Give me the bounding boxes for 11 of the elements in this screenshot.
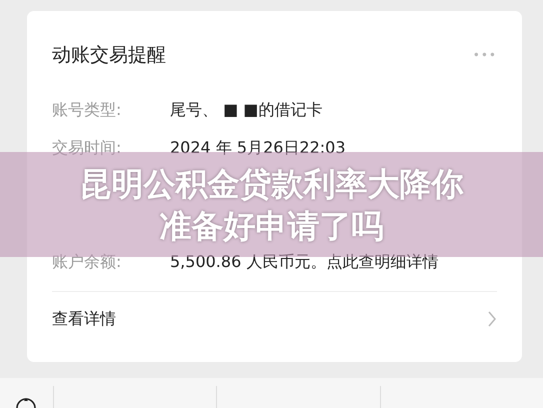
field-label: 账户余额: — [52, 252, 122, 272]
field-value: 2024 年 5月26日22:03 — [170, 138, 346, 158]
field-label: 账号类型: — [52, 100, 122, 120]
headline: 昆明公积金贷款利率大降你准备好申请了吗 — [78, 164, 464, 246]
chevron-right-icon — [487, 311, 497, 327]
field-value: 尾号、 ■ ■的借记卡 — [170, 100, 322, 120]
card-title: 动账交易提醒 — [52, 43, 166, 68]
circle-icon — [15, 398, 37, 408]
details-link[interactable]: 查看详情 — [52, 292, 497, 346]
field-label: 交易时间: — [52, 138, 122, 158]
field-value: 5,500.86 人民币元。点此查明细详情 — [170, 252, 438, 272]
